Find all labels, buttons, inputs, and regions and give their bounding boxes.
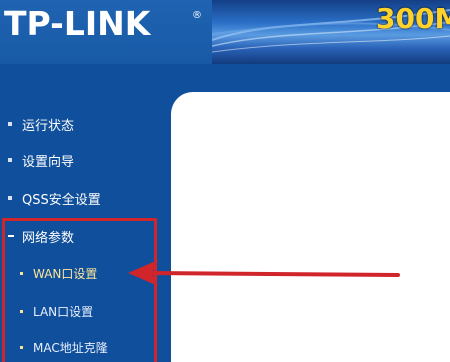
red-arrow-icon	[128, 260, 400, 286]
